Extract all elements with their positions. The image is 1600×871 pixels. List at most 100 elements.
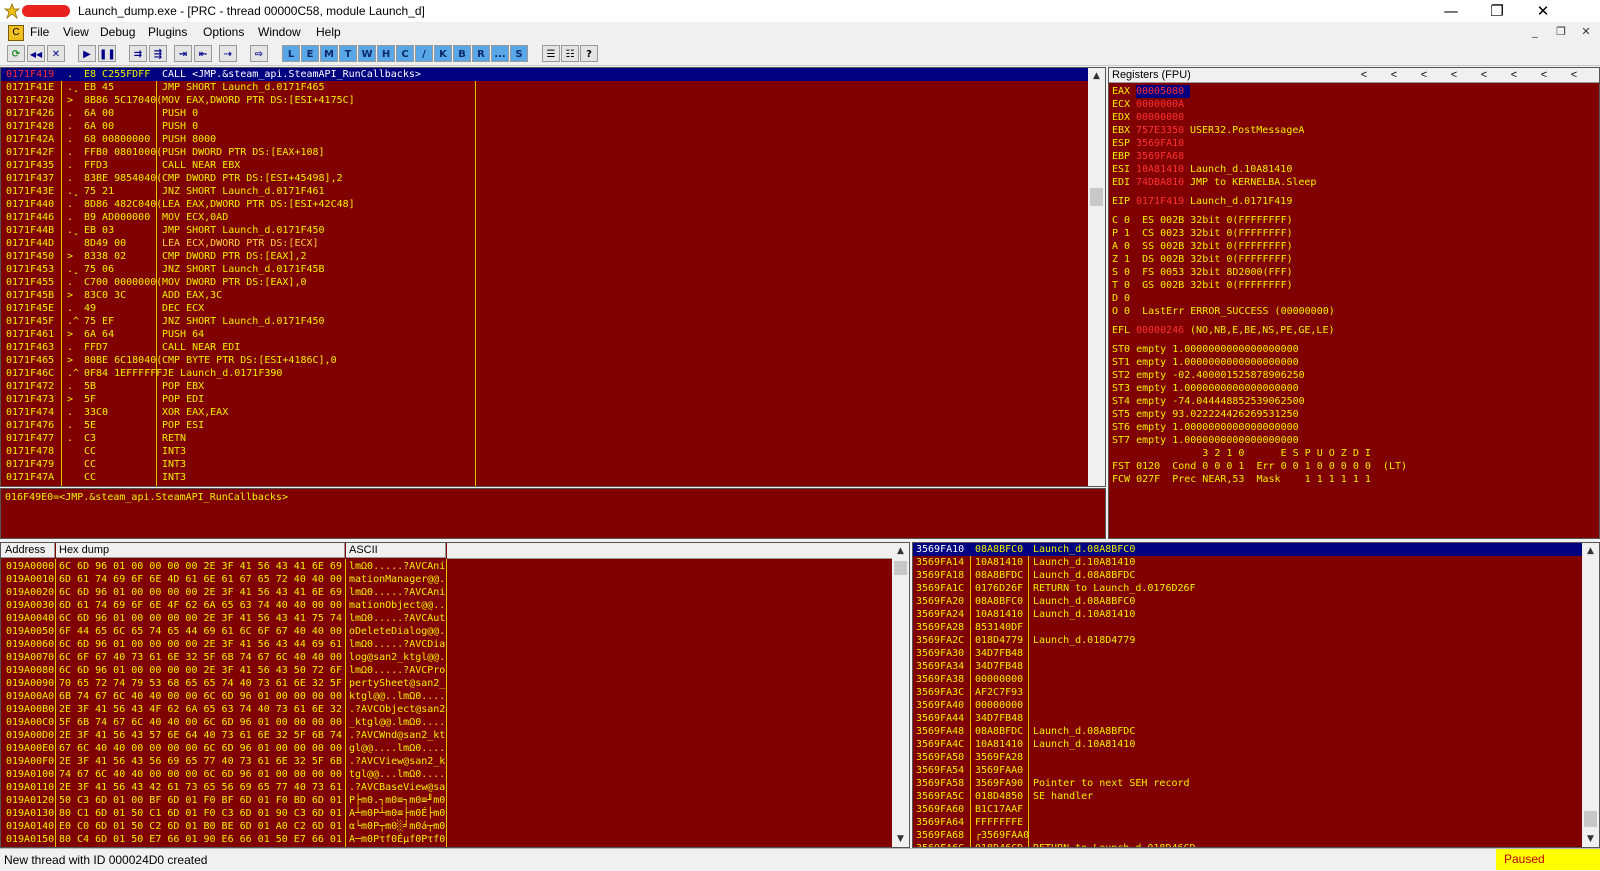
threads-button[interactable]: T (339, 45, 357, 62)
minimize-button[interactable]: — (1428, 0, 1474, 22)
stack-row[interactable]: 3569FA20 08A8BFC0 Launch_d.08A8BFC0 (913, 595, 1583, 608)
disasm-row[interactable]: 0171F45F .^ 75 EF JNZ SHORT Launch_d.0171F4… (1, 315, 1088, 328)
handles-button[interactable]: H (377, 45, 395, 62)
cpu-button[interactable]: C (396, 45, 414, 62)
menu-options[interactable]: Options (203, 25, 244, 39)
scroll-thumb[interactable] (894, 561, 907, 575)
disassembly-scrollbar[interactable]: ▲ (1088, 68, 1105, 486)
stack-row[interactable]: 3569FA58 3569FA90 Pointer to next SEH reco… (913, 777, 1583, 790)
disasm-row[interactable]: 0171F446. B9 AD000000 MOV ECX,0AD (1, 211, 1088, 224)
stack-row[interactable]: 3569FA34 34D7FB48 (913, 660, 1583, 673)
register-nav-arrow-icon[interactable]: < (1529, 68, 1559, 83)
fpu-row[interactable]: ST7 empty 1.0000000000000000000 (1112, 434, 1407, 447)
dump-row[interactable]: 019A0090 70 65 72 74 79 53 68 65 65 74 40… (5, 677, 885, 690)
goto-button[interactable]: ⇨ (250, 45, 268, 62)
step-over-button[interactable]: ⇶ (149, 45, 167, 62)
disasm-row[interactable]: 0171F419. E8 C255FDFF CALL <JMP.&steam_api… (1, 68, 1088, 81)
dump-row[interactable]: 019A0020 6C 6D 96 01 00 00 00 00 2E 3F 41… (5, 586, 885, 599)
stack-row[interactable]: 3569FA50 3569FA28 (913, 751, 1583, 764)
disasm-row[interactable]: 0171F474. 33C0 XOR EAX,EAX (1, 406, 1088, 419)
dump-row[interactable]: 019A0140 E0 C0 6D 01 50 C2 6D 01 B0 BE 6D… (5, 820, 885, 833)
stack-row[interactable]: 3569FA1C 0176D26F RETURN to Launch_d.0176D… (913, 582, 1583, 595)
disasm-row[interactable]: 0171F44B .ˬ EB 03 JMP SHORT Launch_d.0171F4… (1, 224, 1088, 237)
references-button[interactable]: R (472, 45, 490, 62)
help-button[interactable]: ? (580, 45, 598, 62)
mdi-app-icon[interactable]: C (8, 25, 24, 41)
close-button[interactable]: ✕ (1520, 0, 1566, 22)
dump-pane[interactable]: Address Hex dump ASCII 019A0000 6C 6D 96 … (0, 542, 910, 848)
dump-header-ascii[interactable]: ASCII (346, 543, 446, 558)
fpu-row[interactable]: ST4 empty -74.044448852539062500 (1112, 395, 1407, 408)
register-nav-arrow-icon[interactable]: < (1409, 68, 1439, 83)
dump-row[interactable]: 019A00C0 5F 6B 74 67 6C 40 40 00 6C 6D 96… (5, 716, 885, 729)
dump-row[interactable]: 019A0150 80 C4 6D 01 50 E7 66 01 90 E6 66… (5, 833, 885, 846)
register-nav-arrow-icon[interactable]: < (1469, 68, 1499, 83)
stack-row[interactable]: 3569FA4C 10A81410 Launch_d.10A81410 (913, 738, 1583, 751)
stack-row[interactable]: 3569FA64 FFFFFFFE (913, 816, 1583, 829)
dump-row[interactable]: 019A0010 6D 61 74 69 6F 6E 4D 61 6E 61 67… (5, 573, 885, 586)
disasm-row[interactable]: 0171F43E .ˬ 75 21 JNZ SHORT Launch_d.0171F4… (1, 185, 1088, 198)
dump-header-hex[interactable]: Hex dump (56, 543, 345, 558)
flag-row[interactable]: O 0 LastErr ERROR_SUCCESS (00000000) (1112, 305, 1407, 318)
menu-view[interactable]: View (63, 25, 89, 39)
windows-button[interactable]: W (358, 45, 376, 62)
dump-row[interactable]: 019A0070 6C 6F 67 40 73 61 6E 32 5F 6B 74… (5, 651, 885, 664)
fpu-row[interactable]: ST5 empty 93.022224426269531250 (1112, 408, 1407, 421)
menu-plugins[interactable]: Plugins (148, 25, 187, 39)
stack-row[interactable]: 3569FA38 00000000 (913, 673, 1583, 686)
disasm-row[interactable]: 0171F461 >6A 64 PUSH 64 (1, 328, 1088, 341)
dump-row[interactable]: 019A0080 6C 6D 96 01 00 00 00 00 2E 3F 41… (5, 664, 885, 677)
flag-row[interactable]: C 0 ES 002B 32bit 0(FFFFFFFF) (1112, 214, 1407, 227)
memory-map-button[interactable]: M (320, 45, 338, 62)
appearance-button[interactable]: ☰ (542, 45, 560, 62)
dump-row[interactable]: 019A00F0 2E 3F 41 56 43 56 69 65 77 40 73… (5, 755, 885, 768)
trace-over-button[interactable]: ⇤ (194, 45, 212, 62)
menu-file[interactable]: File (30, 25, 49, 39)
call-stack-button[interactable]: K (434, 45, 452, 62)
scroll-thumb[interactable] (1584, 811, 1597, 827)
scroll-down-arrow-icon[interactable]: ▼ (892, 831, 909, 847)
dump-row[interactable]: 019A0110 2E 3F 41 56 43 42 61 73 65 56 69… (5, 781, 885, 794)
stack-row[interactable]: 3569FA48 08A8BFDC Launch_d.08A8BFDC (913, 725, 1583, 738)
disasm-row[interactable]: 0171F477. C3 RETN (1, 432, 1088, 445)
stack-row[interactable]: 3569FA54 3569FAA0 (913, 764, 1583, 777)
dump-scrollbar[interactable]: ▲ ▼ (892, 543, 909, 847)
scroll-up-arrow-icon[interactable]: ▲ (1582, 543, 1599, 559)
scroll-thumb[interactable] (1090, 188, 1103, 206)
stack-scrollbar[interactable]: ▲ ▼ (1582, 543, 1599, 847)
execute-till-return-button[interactable]: ⇢ (219, 45, 237, 62)
dump-row[interactable]: 019A0030 6D 61 74 69 6F 6E 4F 62 6A 65 63… (5, 599, 885, 612)
run-button[interactable]: ▶ (78, 45, 96, 62)
disasm-row[interactable]: 0171F463. FFD7 CALL NEAR EDI (1, 341, 1088, 354)
flag-row[interactable]: A 0 SS 002B 32bit 0(FFFFFFFF) (1112, 240, 1407, 253)
menu-debug[interactable]: Debug (100, 25, 135, 39)
stack-row[interactable]: 3569FA28 853140DF (913, 621, 1583, 634)
disasm-row[interactable]: 0171F465 >80BE 6C18040(CMP BYTE PTR DS:[E… (1, 354, 1088, 367)
mdi-minimize-button[interactable]: _ (1527, 25, 1543, 39)
stack-row[interactable]: 3569FA68 ┌3569FAA0 (913, 829, 1583, 842)
disasm-row[interactable]: 0171F435. FFD3 CALL NEAR EBX (1, 159, 1088, 172)
dump-row[interactable]: 019A0120 50 C3 6D 01 00 BF 6D 01 F0 BF 6D… (5, 794, 885, 807)
mdi-restore-button[interactable]: ❐ (1553, 25, 1569, 39)
flag-row[interactable]: P 1 CS 0023 32bit 0(FFFFFFFF) (1112, 227, 1407, 240)
dump-row[interactable]: 019A0000 6C 6D 96 01 00 00 00 00 2E 3F 41… (5, 560, 885, 573)
stack-row[interactable]: 3569FA10 08A8BFC0 Launch_d.08A8BFC0 (913, 543, 1583, 556)
dump-row[interactable]: 019A0130 80 C1 6D 01 50 C1 6D 01 F0 C3 6D… (5, 807, 885, 820)
scroll-up-arrow-icon[interactable]: ▲ (1088, 68, 1105, 84)
step-into-button[interactable]: ⇉ (129, 45, 147, 62)
stack-row[interactable]: 3569FA40 00000000 (913, 699, 1583, 712)
restart-button[interactable]: ⟳ (7, 45, 25, 62)
dump-row[interactable]: 019A0040 6C 6D 96 01 00 00 00 00 2E 3F 41… (5, 612, 885, 625)
patches-button[interactable]: / (415, 45, 433, 62)
fpu-row[interactable]: ST3 empty 1.0000000000000000000 (1112, 382, 1407, 395)
disasm-row[interactable]: 0171F478 CC INT3 (1, 445, 1088, 458)
menu-window[interactable]: Window (258, 25, 301, 39)
stack-row[interactable]: 3569FA5C 018D4850 SE handler (913, 790, 1583, 803)
stack-row[interactable]: 3569FA30 34D7FB48 (913, 647, 1583, 660)
scroll-down-arrow-icon[interactable]: ▼ (1582, 831, 1599, 847)
disasm-row[interactable]: 0171F45B >83C0 3C ADD EAX,3C (1, 289, 1088, 302)
disasm-row[interactable]: 0171F44D 8D49 00 LEA ECX,DWORD PTR DS:[ECX… (1, 237, 1088, 250)
dump-header-address[interactable]: Address (1, 543, 55, 558)
stack-row[interactable]: 3569FA44 34D7FB48 (913, 712, 1583, 725)
dump-row[interactable]: 019A00A0 6B 74 67 6C 40 40 00 00 6C 6D 96… (5, 690, 885, 703)
